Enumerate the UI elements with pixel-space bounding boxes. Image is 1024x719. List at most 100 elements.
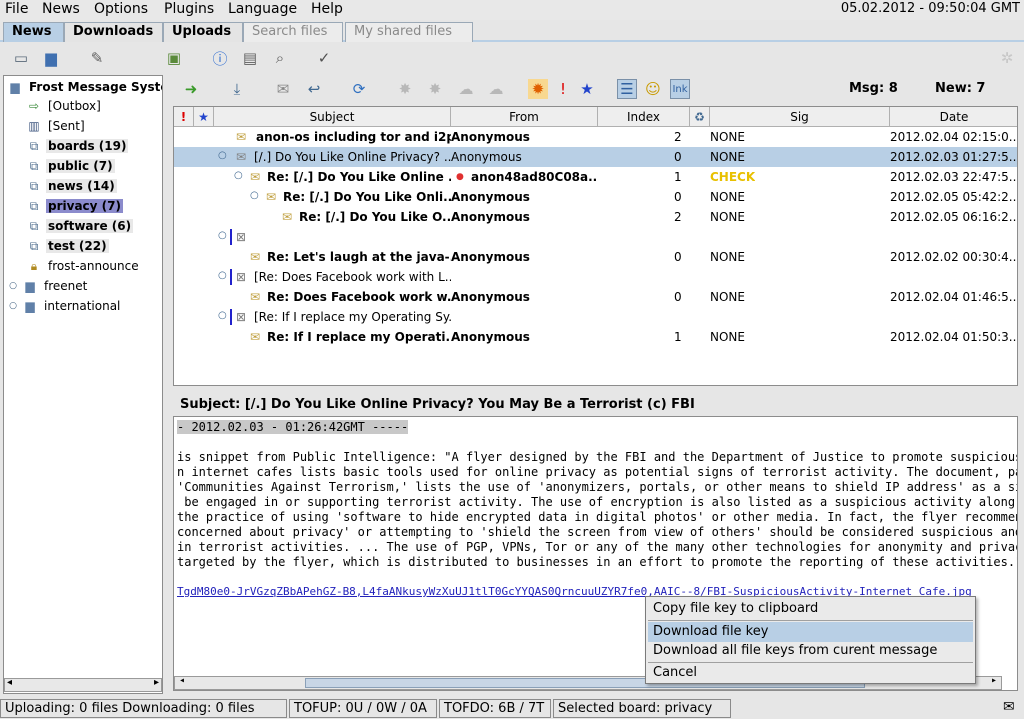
thread-toggle-icon[interactable]: ○ — [218, 150, 227, 161]
ink-icon[interactable]: Ink — [670, 79, 690, 99]
row-from: Anonymous — [451, 210, 530, 224]
scroll-left-icon[interactable]: ◂ — [179, 675, 185, 686]
menu-help[interactable]: Help — [311, 1, 343, 17]
table-row[interactable]: ✉ anon-os including tor and i2p Anonymou… — [174, 127, 1017, 147]
thread-toggle-icon[interactable]: ○ — [250, 190, 259, 201]
thread-toggle-icon[interactable]: ○ — [218, 230, 227, 241]
col-star-header[interactable]: ★ — [194, 107, 214, 127]
tree-node-label: privacy (7) — [46, 199, 123, 213]
message-toolbar: ➜ ⤓ ✉ ↩ ⟳ ✸ ✸ ☁ ☁ ✹ ! ★ ☰ ☺ Ink Msg: 8 N… — [173, 75, 1018, 105]
tree-node-freenet[interactable]: ○ ▆ freenet — [8, 276, 89, 296]
tree-node-label: boards (19) — [46, 139, 129, 153]
table-row[interactable]: ○ ✉ Re: [/.] Do You Like Online ... ● an… — [174, 167, 1017, 187]
tab-news[interactable]: News — [3, 22, 64, 42]
flag-icon[interactable]: ! — [553, 79, 573, 99]
trust-check-icon[interactable]: ☁ — [456, 79, 476, 99]
save-message-icon[interactable]: ⤓ — [227, 79, 247, 99]
table-row[interactable]: ○ ✉ Re: [/.] Do You Like Onli... Anonymo… — [174, 187, 1018, 207]
scroll-left-icon[interactable]: ◂ — [7, 677, 12, 688]
tree-node-outbox[interactable]: ⇨ [Outbox] — [26, 96, 103, 116]
trust-observe-icon[interactable]: ✸ — [425, 79, 445, 99]
tree-node-news[interactable]: ⧉ news (14) — [26, 176, 117, 196]
tree-node-software[interactable]: ⧉ software (6) — [26, 216, 134, 236]
col-subject-header[interactable]: Subject — [214, 107, 451, 127]
thread-toggle-icon[interactable]: ○ — [218, 310, 227, 321]
search-messages-icon[interactable]: ⌕ — [270, 48, 290, 68]
transfer-status: Uploading: 0 files Downloading: 0 files — [0, 699, 287, 718]
row-index: 0 — [674, 250, 682, 264]
vertical-splitter[interactable] — [164, 75, 172, 694]
mail-icon[interactable]: ✉ — [1003, 699, 1015, 715]
horizontal-splitter[interactable] — [173, 387, 1018, 395]
menu-news[interactable]: News — [42, 1, 80, 17]
menu-plugins[interactable]: Plugins — [164, 1, 214, 17]
row-subject: [Re: Does Facebook work with L... — [254, 270, 451, 284]
body-line: is snippet from Public Intelligence: "A … — [177, 450, 1018, 464]
col-from-header[interactable]: From — [451, 107, 598, 127]
menu-cancel[interactable]: Cancel — [648, 663, 973, 683]
table-row[interactable]: ○ ⊠ [Re: If I replace my Operating Sy... — [174, 307, 1017, 327]
thread-view-icon[interactable]: ☰ — [617, 79, 637, 99]
tree-node-boards[interactable]: ⧉ boards (19) — [26, 136, 129, 156]
menu-options[interactable]: Options — [94, 1, 148, 17]
tab-uploads[interactable]: Uploads — [163, 22, 243, 42]
trust-bad-icon[interactable]: ☁ — [486, 79, 506, 99]
tree-node-public[interactable]: ⧉ public (7) — [26, 156, 115, 176]
body-line: the practice of using 'software to hide … — [177, 510, 1018, 524]
menu-download-file-key[interactable]: Download file key — [648, 622, 973, 642]
reply-icon[interactable]: ↩ — [304, 79, 324, 99]
table-row[interactable]: ○ ⊠ [Re: Does Facebook work with L... — [174, 267, 1017, 287]
unsigned-dot-icon: ● — [456, 172, 464, 182]
thread-toggle-icon[interactable]: ○ — [234, 170, 243, 181]
expand-toggle-icon[interactable]: ○ — [8, 279, 18, 293]
table-row[interactable]: ✉ Re: [/.] Do You Like O... Anonymous 2 … — [174, 207, 1017, 227]
tree-node-privacy[interactable]: ⧉ privacy (7) — [26, 196, 123, 216]
smiley-icon[interactable]: ☺ — [643, 79, 663, 99]
tab-search-files[interactable]: Search files — [243, 22, 343, 42]
col-recycle-header[interactable]: ♻ — [690, 107, 710, 127]
tree-horizontal-scrollbar[interactable]: ◂ ▸ — [4, 677, 162, 692]
tab-downloads[interactable]: Downloads — [64, 22, 163, 42]
board-search-icon[interactable]: ▤ — [240, 48, 260, 68]
col-flag-header[interactable]: ! — [174, 107, 194, 127]
tree-root[interactable]: ▆ Frost Message System — [7, 77, 162, 97]
tree-node-frost-announce[interactable]: 🔒︎ frost-announce — [26, 256, 141, 276]
table-row[interactable]: ○ ⊠ — [174, 227, 1017, 247]
table-row[interactable]: ○ ✉ [/.] Do You Like Online Privacy? ...… — [174, 147, 1017, 167]
col-index-header[interactable]: Index — [598, 107, 690, 127]
refresh-icon[interactable]: ⟳ — [349, 79, 369, 99]
scroll-right-icon[interactable]: ▸ — [991, 675, 997, 686]
thread-toggle-icon[interactable]: ○ — [218, 270, 227, 281]
info-icon[interactable]: ⓘ — [210, 48, 230, 68]
menu-copy-file-key[interactable]: Copy file key to clipboard — [648, 599, 973, 619]
table-row[interactable]: ✉ Re: Does Facebook work w... Anonymous … — [174, 287, 1017, 307]
col-date-header[interactable]: Date — [890, 107, 1017, 127]
tree-node-international[interactable]: ○ ▆ international — [8, 296, 122, 316]
star-icon[interactable]: ★ — [577, 79, 597, 99]
menu-file[interactable]: File — [5, 1, 28, 17]
expand-toggle-icon[interactable]: ○ — [8, 299, 18, 313]
double-check-icon[interactable]: ✓ — [314, 48, 334, 68]
next-unread-icon[interactable]: ➜ — [181, 79, 201, 99]
scroll-right-icon[interactable]: ▸ — [154, 677, 159, 688]
body-line: concerned about privacy' or attempting t… — [177, 525, 1018, 539]
table-row[interactable]: ✉ Re: If I replace my Operati... Anonymo… — [174, 327, 1017, 347]
new-folder-icon[interactable]: ▆ — [41, 48, 61, 68]
trash-board-icon[interactable]: ▣ — [164, 48, 184, 68]
row-subject: Re: [/.] Do You Like O... — [299, 210, 451, 224]
col-sig-header[interactable]: Sig — [710, 107, 890, 127]
configure-board-icon[interactable]: ✎ — [87, 48, 107, 68]
new-message-icon[interactable]: ▭ — [11, 48, 31, 68]
tree-node-test[interactable]: ⧉ test (22) — [26, 236, 109, 256]
sun-flag-icon[interactable]: ✹ — [528, 79, 548, 99]
tab-my-shared-files[interactable]: My shared files — [345, 22, 473, 42]
row-date: 2012.02.05 05:42:2... — [890, 190, 1018, 204]
table-row[interactable]: ✉ Re: Let's laugh at the java-... Anonym… — [174, 247, 1017, 267]
new-message-icon[interactable]: ✉ — [273, 79, 293, 99]
sent-book-icon: ▥ — [28, 119, 40, 133]
tree-node-sent[interactable]: ▥ [Sent] — [26, 116, 87, 136]
menu-language[interactable]: Language — [228, 1, 297, 17]
trust-good-icon[interactable]: ✸ — [395, 79, 415, 99]
envelope-icon: ✉ — [236, 130, 247, 144]
menu-download-all-file-keys[interactable]: Download all file keys from curent messa… — [648, 641, 973, 661]
